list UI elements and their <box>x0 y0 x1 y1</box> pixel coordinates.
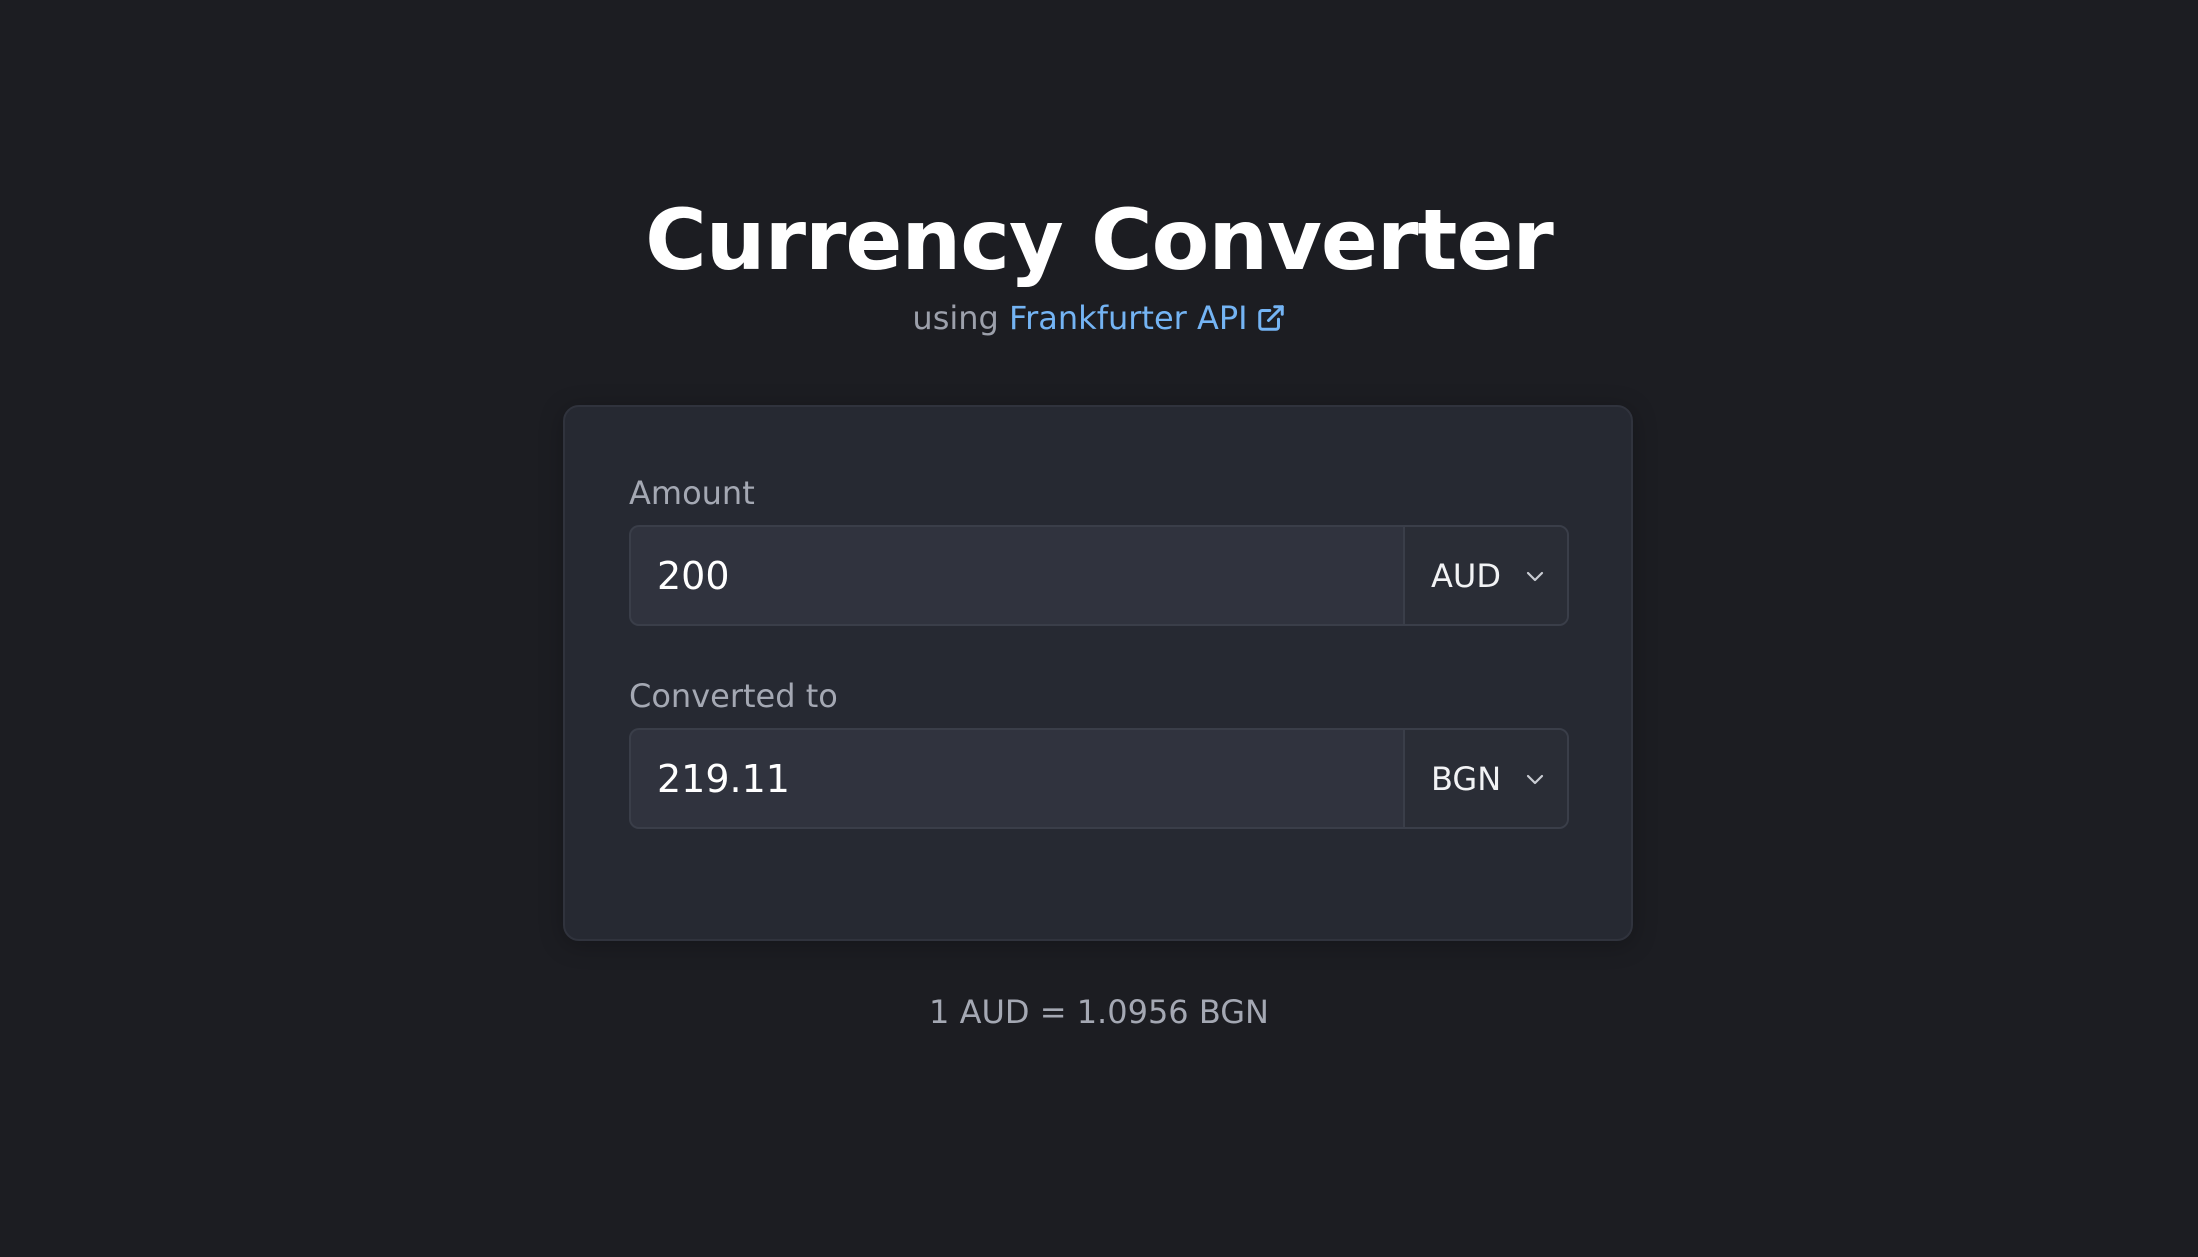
page-subtitle: using Frankfurter API <box>0 296 2198 340</box>
to-currency-code: BGN <box>1431 759 1502 798</box>
from-currency-code: AUD <box>1431 556 1501 595</box>
converter-card: Amount AUD Converted to BGN <box>563 405 1633 941</box>
to-currency-select[interactable]: BGN <box>1403 730 1567 827</box>
amount-input[interactable] <box>631 527 1403 624</box>
frankfurter-api-link[interactable]: Frankfurter API <box>1009 299 1286 337</box>
converted-input-group: BGN <box>629 728 1569 829</box>
external-link-icon <box>1257 305 1284 331</box>
subtitle-prefix: using <box>912 299 999 337</box>
from-currency-select[interactable]: AUD <box>1403 527 1567 624</box>
page-header: Currency Converter using Frankfurter API <box>0 190 2198 340</box>
amount-input-group: AUD <box>629 525 1569 626</box>
exchange-rate-text: 1 AUD = 1.0956 BGN <box>929 993 1269 1031</box>
chevron-down-icon <box>1527 774 1544 784</box>
page-title: Currency Converter <box>645 191 1554 289</box>
chevron-down-icon <box>1526 571 1544 581</box>
amount-label: Amount <box>629 474 755 512</box>
api-link-label: Frankfurter API <box>1009 299 1248 337</box>
converted-label: Converted to <box>629 677 838 715</box>
converted-amount-input[interactable] <box>631 730 1403 827</box>
